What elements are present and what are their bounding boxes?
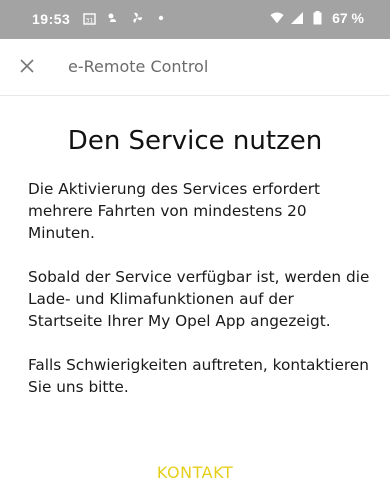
contact-button[interactable]: KONTAKT bbox=[0, 463, 390, 482]
wifi-icon bbox=[270, 11, 284, 25]
status-time: 19:53 bbox=[32, 11, 71, 27]
battery-icon bbox=[310, 11, 324, 25]
calendar-icon: 31 bbox=[82, 11, 96, 25]
app-bar: e-Remote Control bbox=[0, 39, 390, 96]
info-paragraph-activation: Die Aktivierung des Services erfordert m… bbox=[28, 180, 321, 242]
app-title: e-Remote Control bbox=[68, 57, 209, 76]
info-paragraph-contact: Falls Schwierigkeiten auftreten, kontakt… bbox=[28, 356, 369, 396]
status-bar: 19:53 31 67 % bbox=[0, 0, 390, 39]
system-icons: 67 % bbox=[270, 10, 364, 26]
page-title: Den Service nutzen bbox=[67, 126, 323, 156]
fan-icon bbox=[130, 11, 144, 25]
weather-icon bbox=[106, 11, 120, 25]
svg-text:31: 31 bbox=[85, 17, 93, 24]
close-icon bbox=[20, 58, 34, 77]
battery-percent: 67 % bbox=[332, 10, 364, 26]
info-paragraph-availability: Sobald der Service verfügbar ist, werden… bbox=[28, 268, 370, 330]
notification-icons: 31 bbox=[82, 11, 168, 25]
close-button[interactable] bbox=[12, 52, 42, 82]
dot-icon bbox=[154, 11, 168, 25]
main-content: Den Service nutzen Die Aktivierung des S… bbox=[28, 96, 370, 420]
signal-icon bbox=[290, 11, 304, 25]
